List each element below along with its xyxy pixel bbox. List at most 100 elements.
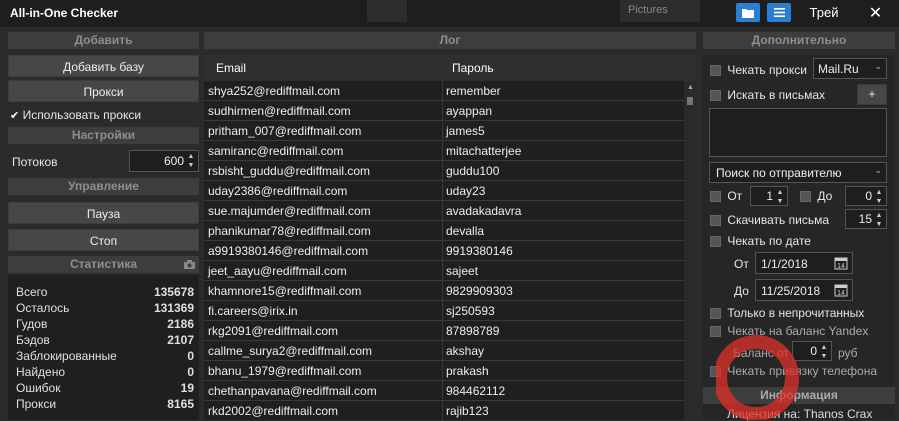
threads-stepper[interactable]: 600 ▲ ▼ — [129, 150, 199, 172]
menu-button[interactable] — [767, 3, 791, 22]
app-title: All-in-One Checker — [10, 6, 119, 20]
proxies-button[interactable]: Прокси — [8, 80, 199, 102]
stepper-arrows-icon[interactable]: ▲ ▼ — [819, 343, 829, 361]
search-letters-label: Искать в письмах — [727, 88, 826, 102]
log-scrollbar[interactable]: ▲ — [684, 81, 696, 420]
search-terms-textarea[interactable] — [709, 108, 887, 157]
stat-row: Найдено 0 — [16, 365, 194, 379]
check-proxy-checkbox[interactable]: Чекать прокси — [710, 63, 807, 77]
checkbox-box[interactable] — [710, 308, 721, 320]
table-row[interactable]: rkg2091@rediffmail.com 87898789 — [204, 321, 684, 341]
email-column-header[interactable]: Email — [216, 61, 246, 75]
table-row[interactable]: chethanpavana@rediffmail.com 984462112 — [204, 381, 684, 401]
add-base-button[interactable]: Добавить базу — [8, 55, 199, 77]
unread-only-checkbox[interactable]: Только в непрочитанных — [710, 306, 864, 320]
scrollbar-thumb[interactable] — [687, 97, 693, 105]
search-letters-checkbox[interactable]: Искать в письмах — [710, 88, 825, 102]
checkbox-box[interactable] — [800, 191, 811, 203]
from-label: От — [727, 189, 743, 203]
download-count-value: 15 — [858, 212, 872, 226]
stepper-arrows-icon[interactable]: ▲ ▼ — [775, 188, 785, 206]
table-row[interactable]: fi.careers@irix.in sj250593 — [204, 301, 684, 321]
search-mode-select[interactable]: Поиск по отправителю ⌄ — [709, 162, 887, 183]
checkmark-icon: ✔ — [10, 110, 20, 122]
svg-text:14: 14 — [837, 290, 845, 297]
table-row[interactable]: rkd2002@rediffmail.com rajib123 — [204, 401, 684, 421]
checkbox-box[interactable] — [710, 191, 721, 203]
extra-section-header: Дополнительно — [703, 32, 895, 49]
svg-text:14: 14 — [837, 263, 845, 270]
checkbox-box[interactable] — [710, 90, 721, 102]
stat-row: Всего 135678 — [16, 285, 194, 299]
checkbox-box[interactable] — [710, 65, 721, 77]
download-count-stepper[interactable]: 15 ▲ ▼ — [845, 209, 887, 229]
log-section-header: Лог — [204, 32, 696, 49]
title-bar: All-in-One Checker Pictures Трей ✕ — [0, 0, 899, 27]
table-row[interactable]: bhanu_1979@rediffmail.com prakash — [204, 361, 684, 381]
check-date-label: Чекать по дате — [727, 234, 811, 248]
stats-header-label: Статистика — [69, 257, 138, 271]
provider-select[interactable]: Mail.Ru ⌄ — [813, 58, 887, 79]
checkbox-box[interactable] — [710, 236, 721, 248]
background-window-fragment: Pictures — [620, 0, 700, 22]
pause-button[interactable]: Пауза — [8, 202, 199, 224]
download-letters-checkbox[interactable]: Скачивать письма — [710, 213, 829, 227]
from-stepper[interactable]: 1 ▲ ▼ — [750, 186, 788, 206]
stepper-arrows-icon[interactable]: ▲ ▼ — [874, 211, 884, 229]
to-label: До — [817, 189, 833, 203]
table-row[interactable]: callme_surya2@rediffmail.com akshay — [204, 341, 684, 361]
threads-label: Потоков — [12, 155, 58, 169]
date-from-label: От — [734, 257, 749, 271]
log-table-header: Email Пароль — [204, 55, 696, 81]
table-row[interactable]: phanikumar78@rediffmail.com devalla — [204, 221, 684, 241]
date-from-value: 1/1/2018 — [761, 257, 808, 271]
background-window-label: Pictures — [628, 4, 668, 16]
table-row[interactable]: khamnore15@rediffmail.com 9829909303 — [204, 281, 684, 301]
threads-value: 600 — [163, 154, 184, 168]
stop-button[interactable]: Стоп — [8, 229, 199, 251]
log-table: Email Пароль shya252@rediffmail.com remem… — [204, 55, 696, 421]
to-checkbox[interactable]: До — [800, 189, 832, 203]
stat-row: Заблокированные 0 — [16, 349, 194, 363]
chevron-down-icon: ⌄ — [874, 61, 882, 71]
folder-button[interactable] — [736, 3, 760, 22]
date-to-picker[interactable]: 11/25/2018 14 — [755, 279, 853, 301]
search-mode-value: Поиск по отправителю — [716, 166, 842, 180]
stepper-arrows-icon[interactable]: ▲ ▼ — [874, 188, 884, 206]
table-row[interactable]: uday2386@rediffmail.com uday23 — [204, 181, 684, 201]
table-row[interactable]: sue.majumder@rediffmail.com avadakadavra — [204, 201, 684, 221]
control-section-header: Управление — [8, 178, 199, 195]
stats-panel: Всего 135678 Осталось 131369 Гудов 2186 Бэд… — [8, 275, 199, 420]
from-checkbox[interactable]: От — [710, 189, 742, 203]
stepper-arrows-icon[interactable]: ▲ ▼ — [186, 152, 196, 170]
stat-row: Осталось 131369 — [16, 301, 194, 315]
calendar-icon[interactable]: 14 — [834, 256, 848, 270]
table-row[interactable]: sudhirmen@rediffmail.com ayappan — [204, 101, 684, 121]
stat-row: Прокси 8165 — [16, 397, 194, 411]
add-section-header: Добавить — [8, 32, 199, 49]
to-stepper[interactable]: 0 ▲ ▼ — [845, 186, 887, 206]
check-date-checkbox[interactable]: Чекать по дате — [710, 234, 811, 248]
background-window-fragment — [367, 0, 407, 22]
stats-section-header: Статистика — [8, 256, 199, 273]
from-value: 1 — [766, 189, 773, 203]
scroll-up-icon[interactable]: ▲ — [687, 84, 694, 91]
to-value: 0 — [865, 189, 872, 203]
watermark-logo — [716, 335, 799, 420]
table-row[interactable]: shya252@rediffmail.com remember — [204, 81, 684, 101]
table-row[interactable]: a9919380146@rediffmail.com 9919380146 — [204, 241, 684, 261]
table-row[interactable]: jeet_aayu@rediffmail.com sajeet — [204, 261, 684, 281]
camera-icon[interactable] — [184, 260, 195, 269]
use-proxies-checkbox[interactable]: ✔ Использовать прокси — [10, 108, 141, 122]
calendar-icon[interactable]: 14 — [834, 283, 848, 297]
add-search-term-button[interactable]: + — [857, 84, 887, 105]
hamburger-icon — [773, 8, 785, 17]
table-row[interactable]: rsbisht_guddu@rediffmail.com guddu100 — [204, 161, 684, 181]
date-from-picker[interactable]: 1/1/2018 14 — [755, 252, 853, 274]
tray-button[interactable]: Трей — [803, 0, 845, 25]
checkbox-box[interactable] — [710, 215, 721, 227]
table-row[interactable]: samiranc@rediffmail.com mitachatterjee — [204, 141, 684, 161]
table-row[interactable]: pritham_007@rediffmail.com james5 — [204, 121, 684, 141]
password-column-header[interactable]: Пароль — [452, 61, 494, 75]
close-button[interactable]: ✕ — [852, 0, 899, 25]
